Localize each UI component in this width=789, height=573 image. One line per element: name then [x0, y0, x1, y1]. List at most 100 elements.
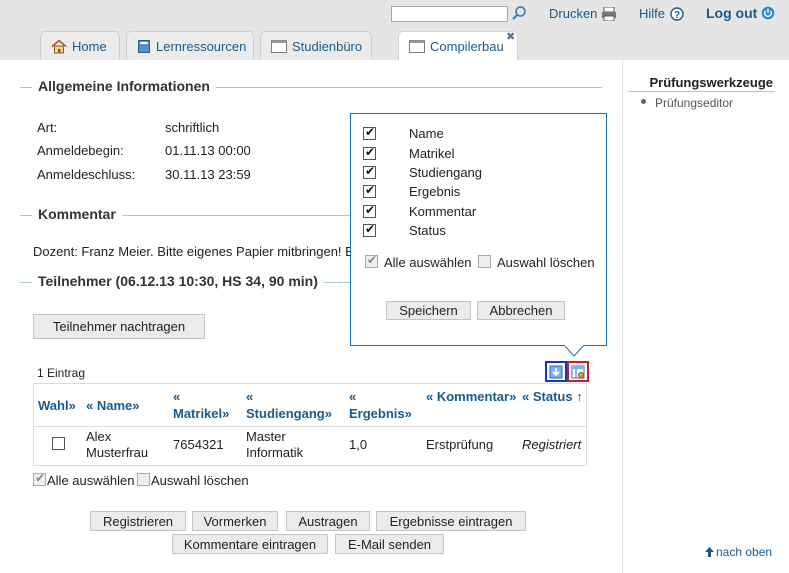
- tab-label: Compilerbau: [430, 39, 504, 54]
- tab-studienbuero[interactable]: Studienbüro: [260, 31, 372, 60]
- popup-clear-selection-checkbox[interactable]: [478, 255, 491, 268]
- section-title-info: Allgemeine Informationen: [32, 78, 216, 94]
- table-settings-icon: [571, 365, 585, 379]
- search-icon[interactable]: [511, 5, 527, 21]
- info-label: Art:: [37, 120, 58, 135]
- column-option-studiengang[interactable]: Studiengang: [363, 163, 482, 181]
- column-option-status[interactable]: Status: [363, 221, 446, 239]
- help-link[interactable]: Hilfe ?: [639, 6, 684, 21]
- participant-name-link[interactable]: Alex Musterfrau: [86, 429, 148, 461]
- comment-text: Dozent: Franz Meier. Bitte eigenes Papie…: [33, 244, 350, 259]
- column-header-matrikel[interactable]: « Matrikel»: [173, 388, 237, 422]
- column-option-name[interactable]: Name: [363, 124, 444, 142]
- logout-link[interactable]: Log out: [706, 5, 775, 21]
- sidebar-divider: [628, 91, 775, 92]
- popup-arrow: [564, 345, 584, 357]
- table-divider: [34, 426, 586, 427]
- status-cell: Registriert: [522, 437, 582, 452]
- matrikel-cell: 7654321: [173, 437, 224, 452]
- popup-select-all-checkbox[interactable]: [365, 253, 378, 268]
- column-checkbox[interactable]: [363, 203, 376, 218]
- search-input[interactable]: [391, 6, 508, 22]
- svg-text:?: ?: [674, 10, 680, 21]
- column-option-label: Studiengang: [409, 164, 483, 180]
- send-email-button[interactable]: E-Mail senden: [335, 534, 444, 554]
- section-title-kommentar: Kommentar: [32, 206, 122, 222]
- logout-label: Log out: [706, 5, 758, 21]
- row-select-checkbox[interactable]: [52, 437, 65, 450]
- enter-comments-button[interactable]: Kommentare eintragen: [172, 534, 328, 554]
- tab-compilerbau[interactable]: Compilerbau: [398, 31, 518, 61]
- book-icon: [137, 39, 151, 54]
- column-checkbox[interactable]: [363, 145, 376, 160]
- power-icon: [761, 6, 775, 20]
- help-label: Hilfe: [639, 6, 666, 21]
- column-checkbox[interactable]: [363, 125, 376, 140]
- column-header-name[interactable]: « Name»: [86, 397, 139, 414]
- column-header-kommentar[interactable]: « Kommentar»: [426, 388, 518, 405]
- section-title-teilnehmer: Teilnehmer (06.12.13 10:30, HS 34, 90 mi…: [32, 273, 324, 289]
- column-option-label: Kommentar: [409, 203, 477, 219]
- tab-label: Home: [72, 38, 107, 54]
- help-icon: ?: [670, 6, 684, 21]
- clear-selection-checkbox[interactable]: [137, 473, 150, 486]
- column-option-ergebnis[interactable]: Ergebnis: [363, 182, 460, 200]
- column-header-ergebnis[interactable]: « Ergebnis»: [349, 388, 419, 422]
- column-option-label: Ergebnis: [409, 183, 461, 199]
- remove-button[interactable]: Austragen: [286, 511, 370, 531]
- column-option-label: Matrikel: [409, 145, 455, 161]
- reserve-button[interactable]: Vormerken: [192, 511, 278, 531]
- printer-icon: [601, 6, 617, 21]
- home-icon: [51, 38, 67, 54]
- export-icon: [549, 365, 563, 379]
- name-line: Alex: [86, 429, 112, 444]
- back-to-top-link[interactable]: nach oben: [705, 545, 772, 559]
- column-settings-button[interactable]: [567, 361, 589, 382]
- column-chooser-popup: Name Matrikel Studiengang Ergebnis Komme…: [350, 113, 607, 346]
- arrow-up-icon: [705, 547, 714, 557]
- tab-lernressourcen[interactable]: Lernressourcen: [126, 31, 254, 60]
- column-option-label: Name: [409, 125, 444, 141]
- column-checkbox[interactable]: [363, 222, 376, 237]
- column-option-label: Status: [409, 222, 446, 238]
- column-header-wahl[interactable]: Wahl»: [38, 397, 76, 414]
- sidebar-title: Prüfungswerkzeuge: [649, 75, 773, 90]
- save-button[interactable]: Speichern: [386, 301, 471, 320]
- name-line: Musterfrau: [86, 445, 149, 460]
- window-icon: [409, 40, 425, 53]
- ergebnis-cell: 1,0: [349, 437, 368, 452]
- clear-selection-label[interactable]: Auswahl löschen: [151, 473, 249, 488]
- entry-count: 1 Eintrag: [37, 366, 86, 380]
- studiengang-line: Master: [246, 429, 286, 444]
- info-value: 01.11.13 00:00: [165, 143, 251, 158]
- info-value: 30.11.13 23:59: [165, 167, 251, 182]
- column-checkbox[interactable]: [363, 164, 376, 179]
- sidebar-item-pruefungseditor[interactable]: Prüfungseditor: [655, 96, 733, 110]
- studiengang-cell: Master Informatik: [246, 429, 303, 461]
- enter-results-button[interactable]: Ergebnisse eintragen: [376, 511, 526, 531]
- tab-label: Studienbüro: [292, 38, 363, 54]
- export-table-button[interactable]: [545, 361, 567, 382]
- select-all-checkbox[interactable]: [33, 471, 46, 486]
- column-option-matrikel[interactable]: Matrikel: [363, 144, 455, 162]
- popup-clear-selection-label[interactable]: Auswahl löschen: [497, 255, 595, 270]
- close-tab-icon[interactable]: ✖: [506, 30, 515, 43]
- bullet-icon: [641, 99, 646, 104]
- right-sidebar: [622, 60, 789, 573]
- back-to-top-label: nach oben: [716, 545, 773, 559]
- add-participant-button[interactable]: Teilnehmer nachtragen: [33, 314, 205, 339]
- column-header-studiengang[interactable]: « Studiengang»: [246, 388, 342, 422]
- info-label: Anmeldeschluss:: [37, 167, 136, 182]
- register-button[interactable]: Registrieren: [90, 511, 186, 531]
- column-header-status[interactable]: « Status ↑: [522, 388, 584, 405]
- popup-select-all-label[interactable]: Alle auswählen: [384, 255, 471, 270]
- info-value: schriftlich: [165, 120, 220, 135]
- print-link[interactable]: Drucken: [549, 6, 617, 21]
- tab-home[interactable]: Home: [40, 31, 120, 60]
- print-label: Drucken: [549, 6, 598, 21]
- select-all-label[interactable]: Alle auswählen: [47, 473, 134, 488]
- cancel-button[interactable]: Abbrechen: [477, 301, 565, 320]
- column-option-kommentar[interactable]: Kommentar: [363, 202, 476, 220]
- column-checkbox[interactable]: [363, 183, 376, 198]
- info-label: Anmeldebegin:: [37, 143, 124, 158]
